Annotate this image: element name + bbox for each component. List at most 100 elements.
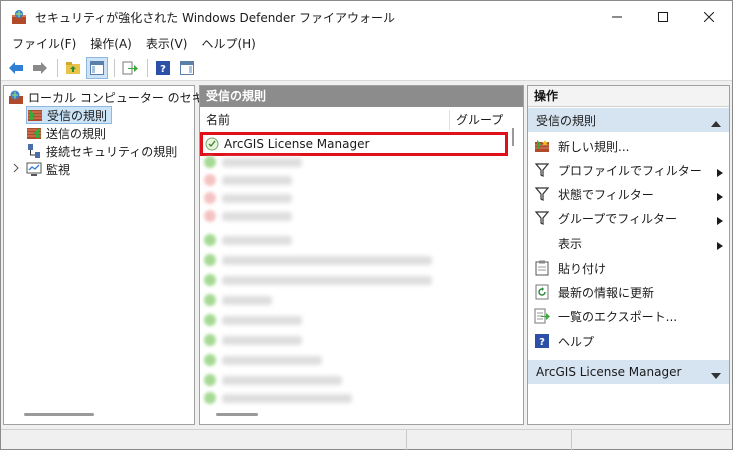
submenu-arrow-icon	[717, 190, 723, 204]
firewall-window: セキュリティが強化された Windows Defender ファイアウォール フ…	[0, 0, 733, 450]
tree-item-label: 送信の規則	[46, 126, 107, 141]
firewall-computer-icon	[8, 89, 24, 105]
column-header-group[interactable]: グループ	[450, 110, 503, 130]
status-bar-divider	[571, 430, 572, 450]
refresh-icon	[534, 284, 550, 300]
status-bar	[1, 429, 732, 450]
action-section-label: 受信の規則	[536, 113, 597, 128]
status-bar-divider	[406, 430, 407, 450]
connection-security-icon	[26, 143, 42, 159]
table-row[interactable]	[204, 230, 292, 250]
help-icon: ?	[534, 333, 550, 349]
title-bar: セキュリティが強化された Windows Defender ファイアウォール	[1, 1, 732, 33]
close-button[interactable]	[686, 1, 732, 33]
collapse-up-icon[interactable]	[711, 116, 721, 130]
action-item-label: 一覧のエクスポート...	[558, 309, 678, 324]
submenu-arrow-icon	[717, 214, 723, 228]
action-item-label: 状態でフィルター	[558, 187, 654, 202]
table-row[interactable]: ArcGIS License Manager	[200, 132, 508, 156]
action-view[interactable]: 表示	[528, 231, 729, 255]
tree-item-connection-security-rules[interactable]: 接続セキュリティの規則	[26, 142, 177, 160]
action-filter-by-state[interactable]: 状態でフィルター	[528, 182, 729, 206]
toolbar: ?	[1, 55, 732, 81]
clipboard-icon	[534, 260, 550, 276]
table-row[interactable]	[204, 350, 322, 370]
submenu-arrow-icon	[717, 166, 723, 180]
horizontal-scrollbar[interactable]	[24, 413, 94, 416]
tree-item-label: 受信の規則	[47, 108, 108, 123]
table-row[interactable]	[204, 188, 292, 208]
firewall-app-icon	[11, 9, 27, 25]
table-row[interactable]	[204, 290, 272, 310]
chevron-right-icon[interactable]	[12, 162, 22, 176]
export-list-button[interactable]	[119, 57, 141, 79]
back-button[interactable]	[5, 57, 27, 79]
tree-item-outbound-rules[interactable]: 送信の規則	[26, 124, 106, 142]
outbound-rules-icon	[26, 125, 42, 141]
window-title: セキュリティが強化された Windows Defender ファイアウォール	[35, 10, 396, 25]
action-filter-by-group[interactable]: グループでフィルター	[528, 206, 729, 230]
menu-bar: ファイル(F) 操作(A) 表示(V) ヘルプ(H)	[1, 33, 732, 55]
tree-pane: ローカル コンピューター のセキュリティ 受信の規則 送信の規則 接続セキュリテ…	[3, 85, 251, 425]
table-row[interactable]	[204, 250, 432, 270]
toolbar-divider	[147, 58, 148, 77]
tree-item-label: 監視	[46, 162, 71, 177]
table-row[interactable]	[204, 310, 302, 330]
rules-pane-header: 受信の規則	[200, 86, 523, 107]
action-export-list[interactable]: 一覧のエクスポート...	[528, 304, 729, 328]
table-row[interactable]	[204, 206, 292, 226]
maximize-button[interactable]	[640, 1, 686, 33]
minimize-button[interactable]	[594, 1, 640, 33]
action-section-selected-rule[interactable]: ArcGIS License Manager	[528, 360, 729, 384]
menu-action[interactable]: 操作(A)	[83, 33, 139, 55]
action-new-rule[interactable]: 新しい規則...	[528, 134, 729, 158]
tree-item-monitoring[interactable]: 監視	[12, 160, 70, 178]
action-paste[interactable]: 貼り付け	[528, 256, 729, 280]
table-row[interactable]	[204, 388, 352, 408]
expand-down-icon[interactable]	[711, 368, 721, 382]
filter-icon	[534, 162, 550, 178]
menu-view[interactable]: 表示(V)	[139, 33, 195, 55]
table-row[interactable]	[204, 170, 292, 190]
action-section-label: ArcGIS License Manager	[536, 365, 682, 379]
help-button[interactable]: ?	[152, 57, 174, 79]
column-header-name[interactable]: 名前	[200, 110, 450, 130]
toolbar-divider	[114, 58, 115, 77]
tree-item-inbound-rules[interactable]: 受信の規則	[26, 106, 113, 124]
menu-help[interactable]: ヘルプ(H)	[194, 33, 262, 55]
toolbar-divider	[57, 58, 58, 77]
export-icon	[534, 308, 550, 324]
up-folder-button[interactable]	[62, 57, 84, 79]
action-help[interactable]: ? ヘルプ	[528, 329, 729, 353]
show-hide-action-pane-button[interactable]	[176, 57, 198, 79]
action-item-label: グループでフィルター	[558, 211, 678, 226]
actions-pane: 操作 受信の規則 新しい規則... プロファイルでフィルター 状態でフィルター	[527, 85, 730, 425]
submenu-arrow-icon	[717, 239, 723, 253]
table-row[interactable]	[204, 330, 302, 350]
svg-text:?: ?	[160, 64, 166, 75]
action-filter-by-profile[interactable]: プロファイルでフィルター	[528, 158, 729, 182]
forward-button[interactable]	[29, 57, 51, 79]
table-row[interactable]	[204, 152, 302, 172]
action-item-label: ヘルプ	[558, 334, 595, 349]
column-headers: 名前 グループ	[200, 110, 523, 130]
svg-text:?: ?	[539, 337, 545, 348]
actions-pane-header: 操作	[528, 86, 729, 107]
show-hide-tree-button[interactable]	[86, 56, 108, 79]
horizontal-scrollbar[interactable]	[216, 413, 258, 416]
action-section-inbound-rules[interactable]: 受信の規則	[528, 108, 729, 132]
table-row[interactable]	[204, 270, 432, 290]
vertical-scrollbar[interactable]	[512, 128, 514, 146]
action-refresh[interactable]: 最新の情報に更新	[528, 280, 729, 304]
tree-item-label: 接続セキュリティの規則	[46, 144, 178, 159]
filter-icon	[534, 186, 550, 202]
table-row[interactable]	[204, 370, 342, 390]
action-item-label: 新しい規則...	[558, 139, 630, 154]
action-item-label: 貼り付け	[558, 261, 607, 276]
rules-pane: 受信の規則 名前 グループ ArcGIS License Manager	[199, 85, 524, 425]
menu-file[interactable]: ファイル(F)	[5, 33, 83, 55]
monitoring-icon	[26, 161, 42, 177]
action-item-label: プロファイルでフィルター	[558, 163, 702, 178]
inbound-rules-icon	[27, 107, 43, 123]
new-rule-icon	[534, 138, 550, 154]
